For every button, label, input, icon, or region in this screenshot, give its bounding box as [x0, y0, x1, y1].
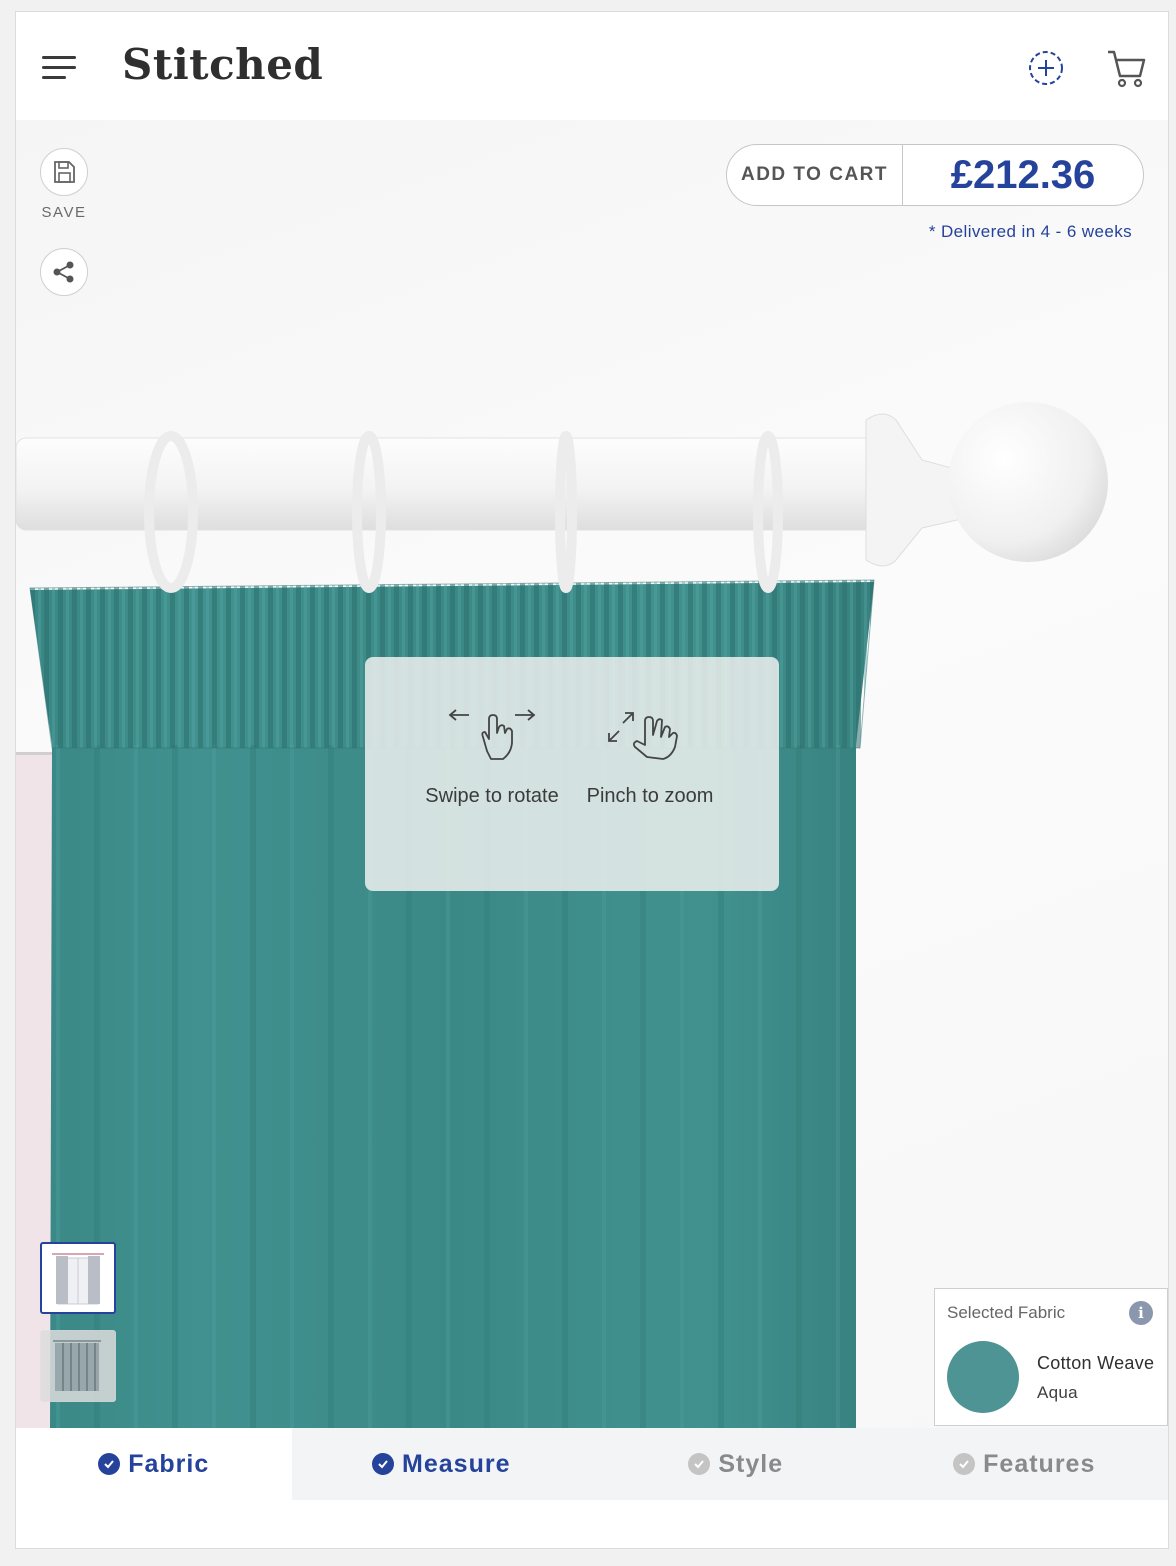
fabric-swatch [947, 1341, 1019, 1413]
thumbnail-fabric-closeup[interactable] [40, 1330, 116, 1402]
app-frame: Stitched SAVE ADD TO CART £212.36 * Deli… [15, 11, 1169, 1549]
tab-fabric-label: Fabric [128, 1449, 210, 1478]
selected-fabric-card[interactable]: Selected Fabric i Cotton Weave Aqua [934, 1288, 1168, 1426]
pinch-label: Pinch to zoom [586, 785, 714, 807]
check-icon [372, 1453, 395, 1475]
gesture-hint-overlay[interactable]: Swipe to rotate Pinch to zoom [365, 657, 779, 891]
cart-icon[interactable] [1104, 46, 1148, 90]
cart-price-group: ADD TO CART £212.36 [726, 144, 1144, 206]
curtain-full-view-image [52, 1253, 104, 1305]
pinch-hint: Pinch to zoom [575, 707, 725, 812]
tab-measure-label: Measure [402, 1449, 511, 1478]
step-tabs: Fabric Measure Style Features [16, 1428, 1168, 1500]
fabric-color: Aqua [1037, 1383, 1078, 1402]
fabric-name: Cotton Weave [1037, 1353, 1155, 1373]
check-icon [953, 1453, 976, 1475]
check-icon [688, 1453, 711, 1475]
menu-icon[interactable] [40, 54, 78, 82]
curtain-viewer[interactable]: SAVE ADD TO CART £212.36 * Delivered in … [16, 120, 1168, 1428]
save-label: SAVE [41, 204, 87, 221]
logo[interactable]: Stitched [122, 40, 323, 89]
add-icon[interactable] [1026, 48, 1066, 88]
swipe-hint: Swipe to rotate [425, 707, 559, 812]
swipe-rotate-icon [448, 709, 536, 760]
tab-fabric[interactable]: Fabric [16, 1428, 292, 1500]
tab-style[interactable]: Style [591, 1428, 881, 1500]
tab-style-label: Style [718, 1449, 784, 1478]
info-icon[interactable]: i [1129, 1301, 1153, 1325]
price: £212.36 [950, 152, 1096, 197]
add-to-cart-button[interactable]: ADD TO CART [727, 145, 903, 205]
check-icon [98, 1453, 121, 1475]
floppy-disk-icon [54, 161, 75, 183]
tab-measure[interactable]: Measure [292, 1428, 591, 1500]
tab-features[interactable]: Features [881, 1428, 1169, 1500]
save-button[interactable] [40, 148, 88, 196]
curtain-closeup-image [53, 1340, 101, 1391]
pinch-zoom-icon [608, 712, 678, 760]
selected-fabric-title: Selected Fabric [947, 1303, 1066, 1322]
delivery-estimate: * Delivered in 4 - 6 weeks [928, 222, 1132, 241]
header: Stitched [16, 12, 1168, 120]
swipe-label: Swipe to rotate [425, 785, 559, 807]
tab-features-label: Features [983, 1449, 1096, 1478]
share-button[interactable] [40, 248, 88, 296]
share-icon [53, 261, 74, 283]
thumbnail-full-view[interactable] [40, 1242, 116, 1314]
